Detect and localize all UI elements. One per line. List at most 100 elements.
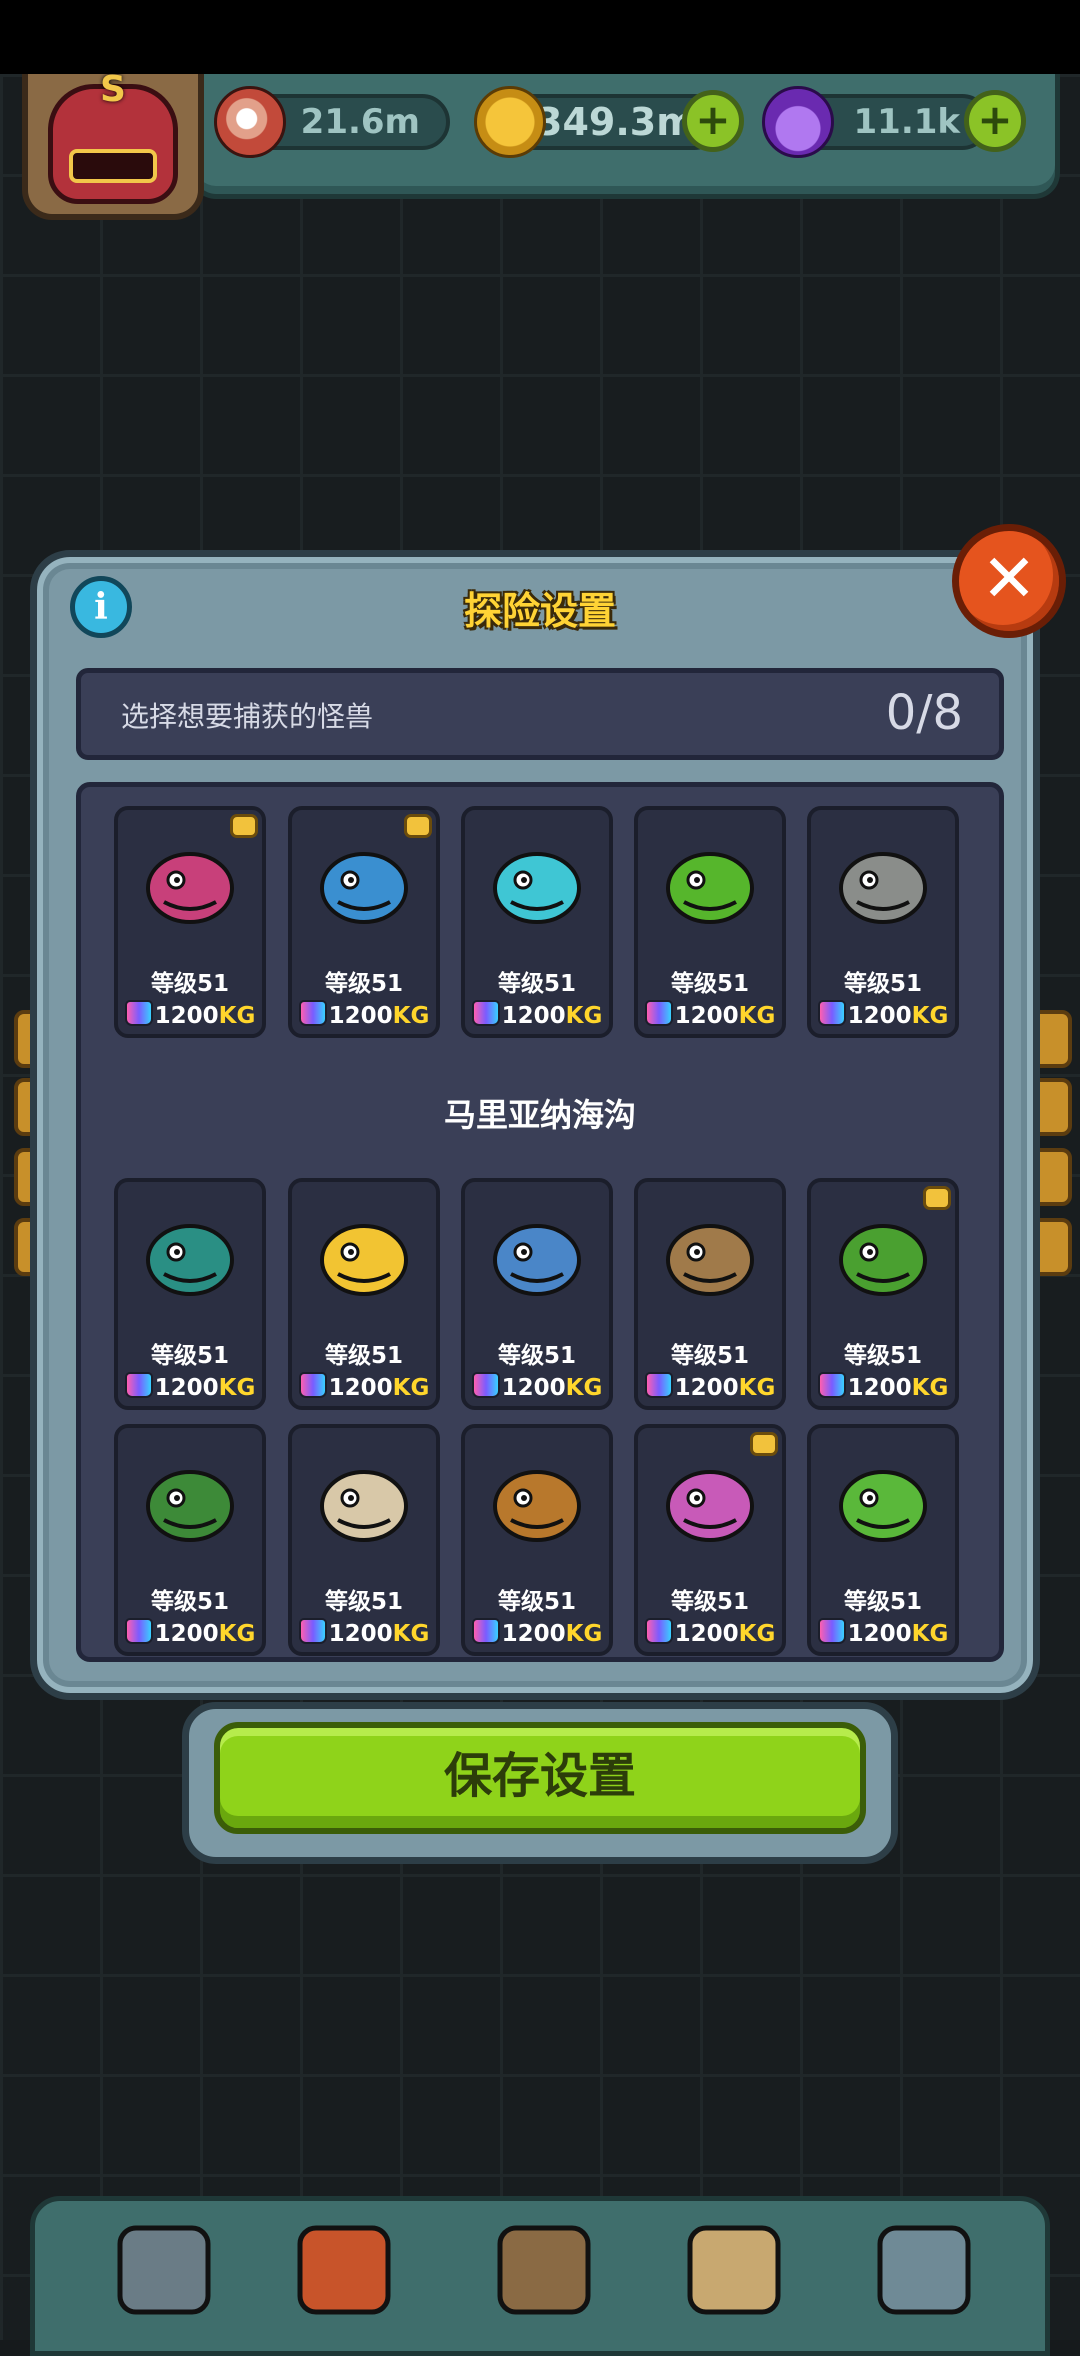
monster-level: 等级51 xyxy=(843,1589,922,1615)
eyeball-icon xyxy=(214,86,286,158)
close-button[interactable]: ✕ xyxy=(952,524,1066,638)
monster-level: 等级51 xyxy=(670,971,749,997)
avatar-rank-letter: S xyxy=(100,69,126,110)
monster-level: 等级51 xyxy=(670,1589,749,1615)
monster-level: 等级51 xyxy=(150,1343,229,1369)
money-bag-icon[interactable] xyxy=(676,2210,792,2326)
monster-weight: 1200KG xyxy=(292,1618,436,1647)
monster-card[interactable]: 等级51 1200KG xyxy=(114,806,266,1038)
monster-card[interactable]: 等级51 1200KG xyxy=(114,1178,266,1410)
hermit-shell-monster-icon xyxy=(298,1436,430,1566)
weight-bag-icon xyxy=(124,1000,153,1026)
monster-level: 等级51 xyxy=(497,1589,576,1615)
weight-value: 1200 xyxy=(847,1375,912,1401)
weight-value: 1200 xyxy=(847,1003,912,1029)
weight-unit: KG xyxy=(565,1621,603,1647)
green-caterpillar-monster-icon xyxy=(644,818,776,948)
book-icon[interactable] xyxy=(486,2210,602,2326)
weight-bag-icon xyxy=(471,1372,500,1398)
monster-weight: 1200KG xyxy=(118,1372,262,1401)
monster-card[interactable]: 等级51 1200KG xyxy=(461,1424,613,1656)
grid-menu-icon[interactable] xyxy=(866,2210,982,2326)
monster-weight: 1200KG xyxy=(292,1000,436,1029)
monster-card[interactable]: 等级51 1200KG xyxy=(807,1178,959,1410)
weight-unit: KG xyxy=(738,1621,776,1647)
monster-weight: 1200KG xyxy=(811,1372,955,1401)
monster-weight: 1200KG xyxy=(465,1000,609,1029)
monster-card[interactable]: 等级51 1200KG xyxy=(634,1424,786,1656)
monster-weight: 1200KG xyxy=(638,1372,782,1401)
monster-card[interactable]: 等级51 1200KG xyxy=(634,1178,786,1410)
monster-card[interactable]: 等级51 1200KG xyxy=(288,1424,440,1656)
weight-bag-icon xyxy=(644,1618,673,1644)
coin-count: 349.3m xyxy=(536,100,696,144)
weight-bag-icon xyxy=(471,1618,500,1644)
weight-value: 1200 xyxy=(674,1003,739,1029)
monster-card[interactable]: 等级51 1200KG xyxy=(461,806,613,1038)
select-prompt: 选择想要捕获的怪兽 xyxy=(121,700,374,733)
player-avatar[interactable]: S xyxy=(22,69,204,220)
weight-unit: KG xyxy=(738,1003,776,1029)
monster-level: 等级51 xyxy=(324,1589,403,1615)
monster-level: 等级51 xyxy=(150,1589,229,1615)
selection-header: 选择想要捕获的怪兽 0/8 xyxy=(76,668,1004,760)
save-settings-button[interactable]: 保存设置 xyxy=(214,1722,866,1834)
monster-face-badge-icon xyxy=(750,1432,778,1456)
monster-card[interactable]: 等级51 1200KG xyxy=(114,1424,266,1656)
monster-card[interactable]: 等级51 1200KG xyxy=(288,1178,440,1410)
monster-face-badge-icon xyxy=(923,1186,951,1210)
monster-level: 等级51 xyxy=(324,971,403,997)
weight-bag-icon xyxy=(817,1618,846,1644)
monster-level: 等级51 xyxy=(324,1343,403,1369)
monster-weight: 1200KG xyxy=(638,1000,782,1029)
seahorse-monster-icon xyxy=(817,1436,949,1566)
weight-value: 1200 xyxy=(501,1621,566,1647)
monster-weight: 1200KG xyxy=(465,1618,609,1647)
banana-squid-monster-icon xyxy=(298,1190,430,1320)
weight-value: 1200 xyxy=(328,1375,393,1401)
potion-count: 11.1k xyxy=(853,102,961,142)
weight-unit: KG xyxy=(218,1621,256,1647)
green-worm-monster-icon xyxy=(124,1436,256,1566)
shop-icon[interactable] xyxy=(106,2210,222,2326)
weight-bag-icon xyxy=(298,1000,327,1026)
weight-bag-icon xyxy=(124,1372,153,1398)
weight-value: 1200 xyxy=(154,1003,219,1029)
weight-bag-icon xyxy=(644,1000,673,1026)
monster-level: 等级51 xyxy=(497,1343,576,1369)
monster-card[interactable]: 等级51 1200KG xyxy=(288,806,440,1038)
blue-crab-monster-icon xyxy=(471,1190,603,1320)
dialog-title: 探险设置 xyxy=(463,589,616,633)
weight-value: 1200 xyxy=(501,1003,566,1029)
weight-unit: KG xyxy=(565,1375,603,1401)
avatar-monster-icon: S xyxy=(48,69,178,204)
weight-value: 1200 xyxy=(501,1375,566,1401)
weight-unit: KG xyxy=(911,1375,949,1401)
info-button[interactable]: i xyxy=(70,576,132,638)
monster-level: 等级51 xyxy=(670,1343,749,1369)
weight-unit: KG xyxy=(392,1003,430,1029)
monster-card[interactable]: 等级51 1200KG xyxy=(807,806,959,1038)
add-coins-button[interactable]: + xyxy=(682,90,744,152)
potion-icon xyxy=(762,86,834,158)
walrus-shell-monster-icon xyxy=(644,1190,776,1320)
weight-unit: KG xyxy=(392,1375,430,1401)
monster-level: 等级51 xyxy=(843,1343,922,1369)
weight-unit: KG xyxy=(218,1003,256,1029)
tiger-shrimp-monster-icon xyxy=(471,1436,603,1566)
monster-fire-icon[interactable] xyxy=(286,2210,402,2326)
monster-weight: 1200KG xyxy=(118,1618,262,1647)
monster-card[interactable]: 等级51 1200KG xyxy=(461,1178,613,1410)
monster-weight: 1200KG xyxy=(638,1618,782,1647)
weight-bag-icon xyxy=(817,1000,846,1026)
monster-face-badge-icon xyxy=(404,814,432,838)
monster-level: 等级51 xyxy=(497,971,576,997)
weight-unit: KG xyxy=(911,1621,949,1647)
monster-level: 等级51 xyxy=(843,971,922,997)
monster-card[interactable]: 等级51 1200KG xyxy=(634,806,786,1038)
region-name: 马里亚纳海沟 xyxy=(443,1096,636,1134)
add-potions-button[interactable]: + xyxy=(964,90,1026,152)
weight-bag-icon xyxy=(471,1000,500,1026)
weight-bag-icon xyxy=(298,1618,327,1644)
monster-card[interactable]: 等级51 1200KG xyxy=(807,1424,959,1656)
